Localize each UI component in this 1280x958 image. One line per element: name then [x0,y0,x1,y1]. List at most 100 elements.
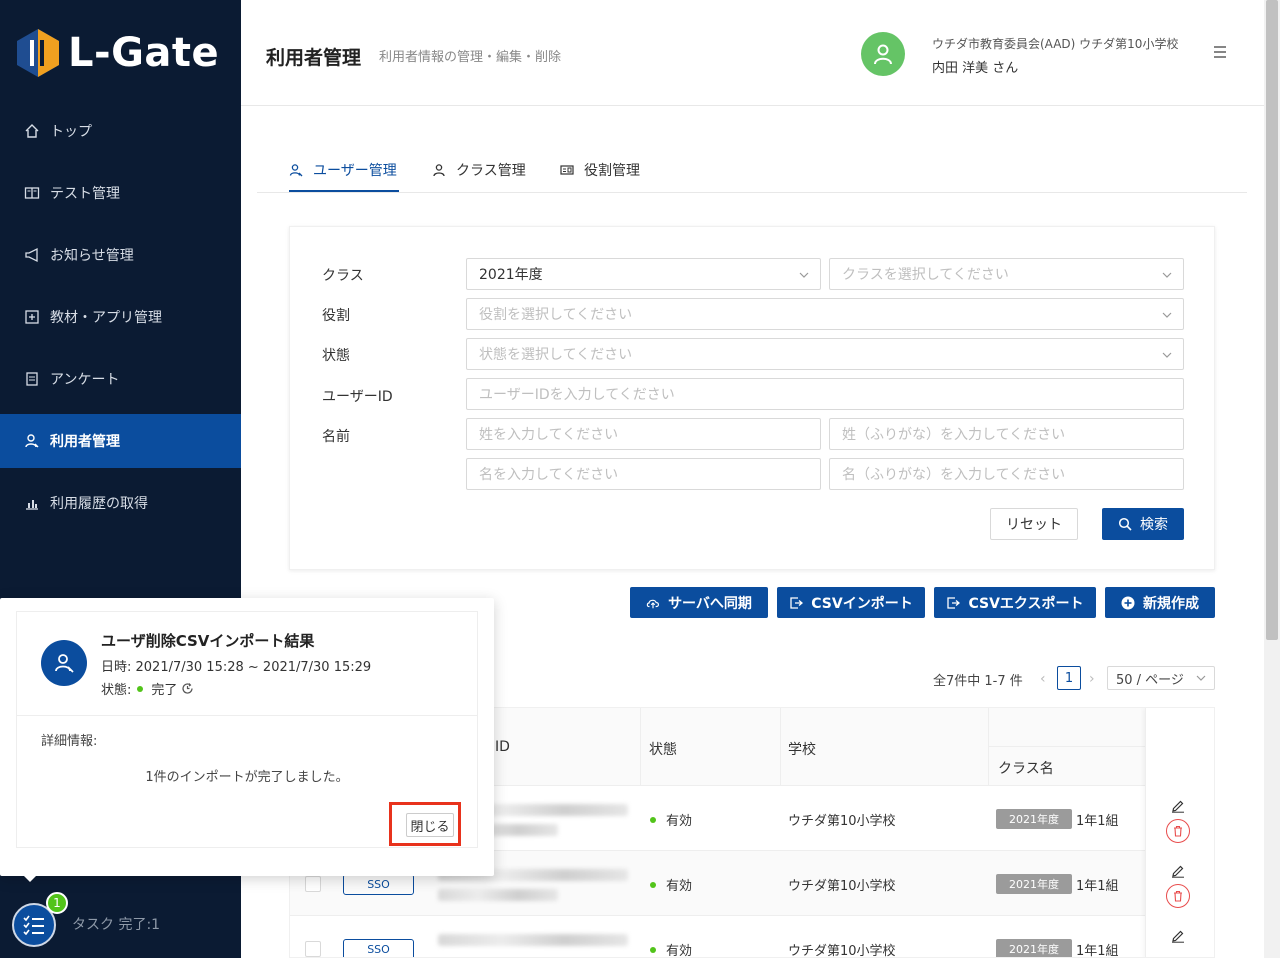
close-button[interactable]: 閉じる [406,813,454,837]
task-count-badge: 1 [46,892,68,914]
new-create-label: 新規作成 [1143,595,1199,612]
avatar[interactable] [861,32,905,76]
pagination-page-1[interactable]: 1 [1057,666,1081,690]
tab-label: ユーザー管理 [313,163,397,179]
import-icon [789,596,804,610]
edit-icon[interactable] [1167,860,1189,882]
tab-user-management[interactable]: ユーザー管理 [289,160,397,180]
sidebar-item-top[interactable]: トップ [0,104,241,158]
col-header-status: 状態 [649,742,677,758]
chevron-down-icon [1162,312,1172,318]
logo-mark-icon [17,29,59,77]
megaphone-icon [24,247,40,263]
popup-state-label: 状態: [101,683,132,698]
sidebar-item-survey[interactable]: アンケート [0,352,241,406]
sidebar-item-notice[interactable]: お知らせ管理 [0,228,241,282]
first-name-kana-placeholder: 名（ふりがな）を入力してください [842,467,1066,483]
year-select-value: 2021年度 [479,267,543,283]
redacted-text [438,934,628,946]
col-divider [780,708,781,786]
sidebar-item-label: お知らせ管理 [50,248,134,264]
popup-detail-label: 詳細情報: [41,734,98,749]
cloud-upload-icon [646,596,660,610]
trash-icon[interactable] [1166,884,1190,908]
task-status-label: タスク 完了:1 [72,917,161,933]
chevron-down-icon [1162,272,1172,278]
status-text: 有効 [666,814,693,829]
status-dot [650,816,656,823]
status-select[interactable]: 状態を選択してください [466,338,1184,370]
scrollbar-thumb[interactable] [1266,0,1278,640]
status-cell: 有効 [650,875,692,894]
last-name-input[interactable]: 姓を入力してください [466,418,821,450]
page-size-select[interactable]: 50 / ページ [1107,666,1215,690]
book-icon [24,185,40,201]
new-create-button[interactable]: 新規作成 [1105,587,1215,618]
trash-icon[interactable] [1166,819,1190,843]
tab-class-management[interactable]: クラス管理 [432,160,526,180]
status-label: 状態 [322,348,350,364]
search-button[interactable]: 検索 [1102,508,1184,540]
col-divider [640,708,641,786]
csv-import-label: CSVインポート [811,595,913,612]
user-organization: ウチダ市教育委員会(AAD) ウチダ第10小学校 [932,37,1179,51]
tab-role-management[interactable]: 役割管理 [560,160,640,180]
edit-icon[interactable] [1167,925,1189,947]
sso-badge: SSO [343,939,414,957]
reset-button[interactable]: リセット [990,508,1078,540]
task-list-icon [23,915,44,935]
sidebar-item-users[interactable]: 利用者管理 [0,414,241,468]
table-row[interactable]: SSO 有効 ウチダ第10小学校 2021年度 1年1組 [290,916,1214,958]
sidebar-item-label: 利用者管理 [50,434,120,450]
tab-bar: ユーザー管理 クラス管理 役割管理 [257,150,1247,193]
name-label: 名前 [322,429,350,445]
logo[interactable]: L-Gate [16,26,219,80]
popup-title: ユーザ削除CSVインポート結果 [101,632,315,650]
userid-input[interactable]: ユーザーIDを入力してください [466,378,1184,410]
csv-export-button[interactable]: CSVエクスポート [934,587,1096,618]
sync-server-button[interactable]: サーバへ同期 [630,587,768,618]
csv-import-button[interactable]: CSVインポート [777,587,925,618]
year-select[interactable]: 2021年度 [466,258,821,290]
import-result-popup: ユーザ削除CSVインポート結果 日時: 2021/7/30 15:28 ~ 20… [0,598,494,876]
pagination-next-icon[interactable]: › [1089,671,1095,687]
sidebar-item-history[interactable]: 利用履歴の取得 [0,476,241,530]
class-select[interactable]: クラスを選択してください [829,258,1184,290]
year-tag: 2021年度 [996,809,1072,829]
col-divider [988,708,989,786]
last-name-kana-input[interactable]: 姓（ふりがな）を入力してください [829,418,1184,450]
sidebar-item-materials[interactable]: 教材・アプリ管理 [0,290,241,344]
menu-icon[interactable] [1213,45,1227,59]
users-icon [24,433,40,449]
col-header-school: 学校 [788,742,816,758]
sidebar-item-test[interactable]: テスト管理 [0,166,241,220]
school-cell: ウチダ第10小学校 [788,944,896,958]
user-name: 内田 洋美 さん [932,61,1019,76]
sidebar-nav: トップ テスト管理 お知らせ管理 教材・アプリ管理 アンケート 利用者管理 利用… [0,104,241,538]
userid-input-placeholder: ユーザーIDを入力してください [479,387,675,403]
chevron-down-icon [1162,352,1172,358]
status-text: 有効 [666,944,693,958]
first-name-input[interactable]: 名を入力してください [466,458,821,490]
tab-label: クラス管理 [456,163,526,179]
user-icon [874,44,892,65]
popup-message: 1件のインポートが完了しました。 [145,770,349,785]
role-select-placeholder: 役割を選択してください [479,307,633,323]
bar-chart-icon [24,495,40,511]
sidebar-item-label: アンケート [50,372,120,388]
refresh-clock-icon[interactable] [181,682,194,695]
last-name-placeholder: 姓を入力してください [479,427,619,443]
row-checkbox[interactable] [305,876,321,892]
row-checkbox[interactable] [305,941,321,957]
edit-icon[interactable] [1167,795,1189,817]
status-dot [137,685,144,692]
csv-export-label: CSVエクスポート [968,595,1084,612]
class-select-placeholder: クラスを選択してください [842,267,1009,283]
first-name-kana-input[interactable]: 名（ふりがな）を入力してください [829,458,1184,490]
role-select[interactable]: 役割を選択してください [466,298,1184,330]
last-name-kana-placeholder: 姓（ふりがな）を入力してください [842,427,1066,443]
pagination-prev-icon[interactable]: ‹ [1040,671,1046,687]
status-cell: 有効 [650,810,692,829]
row-actions-column [1145,708,1214,957]
pagination-total: 全7件中 1-7 件 [933,674,1023,689]
